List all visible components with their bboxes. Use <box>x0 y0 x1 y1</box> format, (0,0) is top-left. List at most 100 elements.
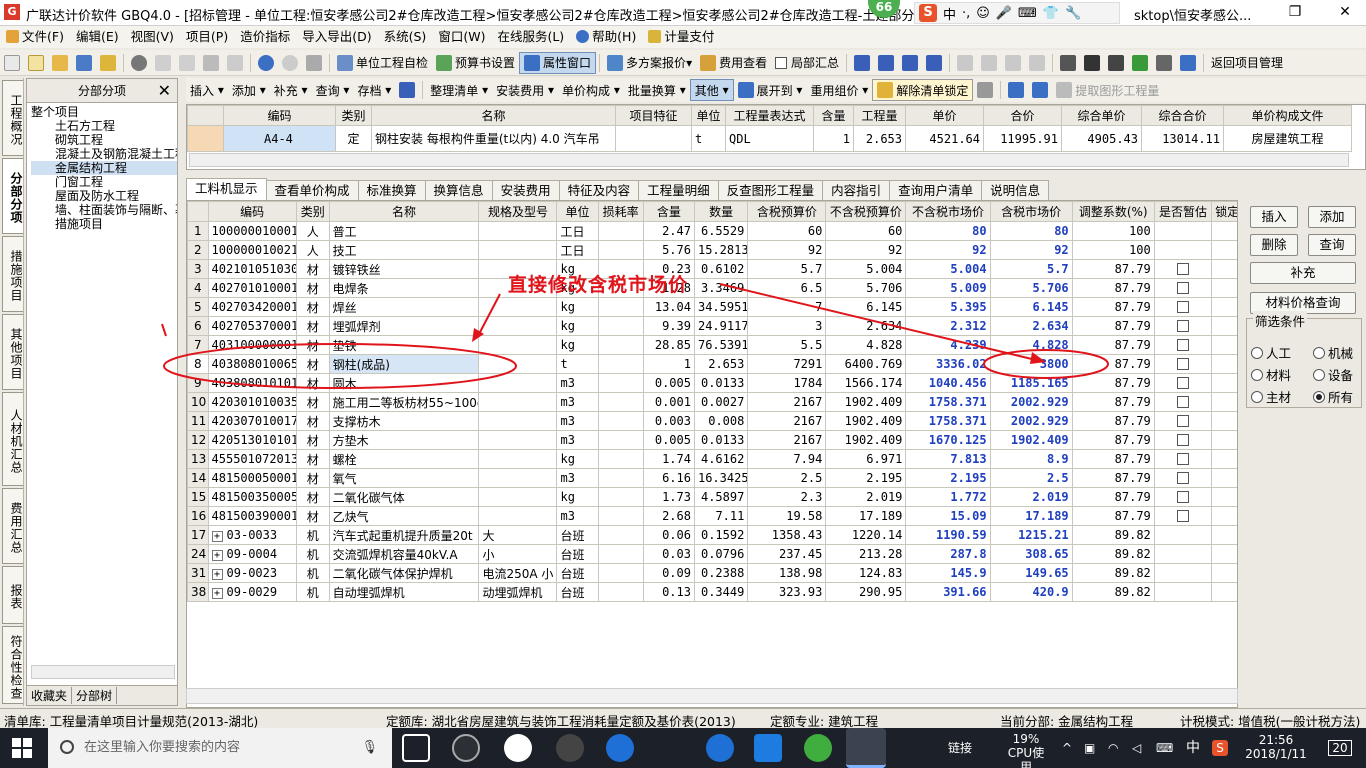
cell-code[interactable]: +09-0029 <box>207 582 297 602</box>
sogou-icon[interactable]: S <box>919 4 937 22</box>
cell-lock[interactable] <box>1211 468 1237 488</box>
cell-type[interactable]: 材 <box>295 354 330 374</box>
cell-spec[interactable] <box>478 411 558 431</box>
cell-notax-budget[interactable]: 92 <box>825 240 907 260</box>
cell-type[interactable]: 材 <box>295 468 330 488</box>
close-icon[interactable]: ✕ <box>1330 2 1360 22</box>
grid-icon[interactable] <box>1155 54 1172 71</box>
cell-loss-rate[interactable] <box>597 487 644 507</box>
cell-notax-market[interactable]: 3336.02 <box>905 354 991 374</box>
left-arrow-icon[interactable] <box>956 54 973 71</box>
down-arrow-icon[interactable] <box>1028 54 1045 71</box>
filter-material-radio[interactable]: 材料 <box>1251 365 1291 384</box>
cell-name[interactable]: 钢柱安装 每根构件重量(t以内) 4.0 汽车吊 <box>371 125 616 152</box>
cell-adjust-coef[interactable]: 87.79 <box>1071 373 1155 393</box>
green-app-icon[interactable] <box>804 734 832 762</box>
cell-qty[interactable]: 34.5951 <box>693 297 749 317</box>
provisional-checkbox[interactable] <box>1177 415 1189 427</box>
col-file[interactable]: 单价构成文件 <box>1223 105 1352 126</box>
batch-convert-button[interactable]: 批量换算 ▾ <box>624 79 690 101</box>
tab-compliance-check[interactable]: 符合性检查 <box>2 626 23 704</box>
cell-features[interactable] <box>615 125 692 152</box>
delete-button[interactable]: 删除 <box>1250 234 1298 256</box>
filter-main-material-radio[interactable]: 主材 <box>1251 387 1291 406</box>
tab-reports[interactable]: 报表 <box>2 566 23 624</box>
cell-notax-market[interactable]: 2.195 <box>905 468 991 488</box>
cell-adjust-coef[interactable]: 89.82 <box>1071 563 1155 583</box>
provisional-checkbox[interactable] <box>1177 320 1189 332</box>
table-row[interactable]: 4 402701010001 材电焊条 kg 1.28 3.3469 6.5 5.706 5.0… <box>187 278 1237 298</box>
tree-item[interactable]: 措施项目 <box>31 217 177 231</box>
cell-provisional[interactable] <box>1153 316 1213 336</box>
cell-notax-budget[interactable]: 1566.174 <box>825 373 907 393</box>
cell-provisional[interactable] <box>1153 449 1213 469</box>
cell-notax-budget[interactable]: 124.83 <box>825 563 907 583</box>
provisional-checkbox[interactable] <box>1177 510 1189 522</box>
cell-type[interactable]: 机 <box>295 544 330 564</box>
cell-qty[interactable]: 0.2388 <box>693 563 749 583</box>
cell-content[interactable]: 2.47 <box>642 221 695 241</box>
up-arrow-icon[interactable] <box>1004 54 1021 71</box>
cell-content[interactable]: 2.68 <box>642 506 695 526</box>
cell-notax-budget[interactable]: 1902.409 <box>825 411 907 431</box>
cell-type[interactable]: 定 <box>335 125 372 152</box>
tab-user-list[interactable]: 查询用户清单 <box>889 180 983 200</box>
table-row[interactable]: 12 420513010101 材方垫木 m3 0.005 0.0133 2167 1902.… <box>187 430 1237 450</box>
cell-loss-rate[interactable] <box>597 506 644 526</box>
cell-loss-rate[interactable] <box>597 582 644 602</box>
cell-tax-market[interactable]: 2.5 <box>989 468 1073 488</box>
cell-name[interactable]: 埋弧焊剂 <box>328 316 480 336</box>
cell-notax-budget[interactable]: 4.828 <box>825 335 907 355</box>
tree-item-selected[interactable]: 金属结构工程 <box>31 161 177 175</box>
cell-code[interactable]: 455501072013 <box>207 449 297 469</box>
provisional-checkbox[interactable] <box>1177 358 1189 370</box>
cell-provisional[interactable] <box>1153 487 1213 507</box>
tab-install-fee[interactable]: 安装费用 <box>491 180 560 200</box>
cell-qty[interactable]: 2.653 <box>693 354 749 374</box>
ime-toolbar[interactable]: S 中 ·, ☺ 🎤 ⌨ 👕 🔧 <box>914 2 1120 24</box>
cell-content[interactable]: 13.04 <box>642 297 695 317</box>
cell-content[interactable]: 1.74 <box>642 449 695 469</box>
provisional-checkbox[interactable] <box>1177 282 1189 294</box>
table-row[interactable]: 13 455501072013 材螺栓 kg 1.74 4.6162 7.94 6.971 7.… <box>187 449 1237 469</box>
tree-item[interactable]: 门窗工程 <box>31 175 177 189</box>
menu-project[interactable]: 项目(P) <box>180 26 234 48</box>
col-type[interactable]: 类别 <box>295 201 330 222</box>
provisional-checkbox[interactable] <box>1177 396 1189 408</box>
table-row[interactable]: 16 481500390001 材乙炔气 m3 2.68 7.11 19.58 17.189 1… <box>187 506 1237 526</box>
cell-spec[interactable] <box>478 487 558 507</box>
cell-tax-budget[interactable]: 92 <box>747 240 827 260</box>
cell-tax-market[interactable]: 92 <box>989 240 1073 260</box>
cell-unit[interactable]: m3 <box>556 468 599 488</box>
cell-lock[interactable] <box>1211 525 1237 545</box>
cell-content[interactable]: 0.003 <box>642 411 695 431</box>
cell-provisional[interactable] <box>1153 563 1213 583</box>
wifi-icon[interactable]: ◠ <box>1108 728 1118 768</box>
cell-tax-market[interactable]: 1185.165 <box>989 373 1073 393</box>
cell-unit[interactable]: 台班 <box>556 544 599 564</box>
cell-adjust-coef[interactable]: 89.82 <box>1071 525 1155 545</box>
cell-notax-market[interactable]: 1.772 <box>905 487 991 507</box>
cell-tax-market[interactable]: 149.65 <box>989 563 1073 583</box>
cell-adjust-coef[interactable]: 87.79 <box>1071 259 1155 279</box>
extract-qty-button[interactable]: 提取图形工程量 <box>1052 79 1163 101</box>
cell-loss-rate[interactable] <box>597 392 644 412</box>
tree-item[interactable]: 混凝土及钢筋混凝土工程 <box>31 147 177 161</box>
cell-name[interactable]: 二氧化碳气体保护焊机 <box>328 563 480 583</box>
col-tax-budget[interactable]: 含税预算价 <box>747 201 827 222</box>
tab-fee-summary[interactable]: 费用汇总 <box>2 488 23 564</box>
cell-notax-market[interactable]: 1190.59 <box>905 525 991 545</box>
cell-adjust-coef[interactable]: 89.82 <box>1071 582 1155 602</box>
cell-notax-market[interactable]: 1670.125 <box>905 430 991 450</box>
cell-qty[interactable]: 24.9117 <box>693 316 749 336</box>
cell-name[interactable]: 焊丝 <box>328 297 480 317</box>
col-name[interactable]: 名称 <box>371 105 616 126</box>
table-row[interactable]: 15 481500350005 材二氧化碳气体 kg 1.73 4.5897 2.3 2.01… <box>187 487 1237 507</box>
cell-loss-rate[interactable] <box>597 221 644 241</box>
cell-adjust-coef[interactable]: 100 <box>1071 221 1155 241</box>
cell-provisional[interactable] <box>1153 544 1213 564</box>
cell-tax-market[interactable]: 3800 <box>989 354 1073 374</box>
move-up-icon[interactable] <box>1008 82 1025 98</box>
cell-tax-budget[interactable]: 1784 <box>747 373 827 393</box>
tab-features[interactable]: 特征及内容 <box>558 180 640 200</box>
